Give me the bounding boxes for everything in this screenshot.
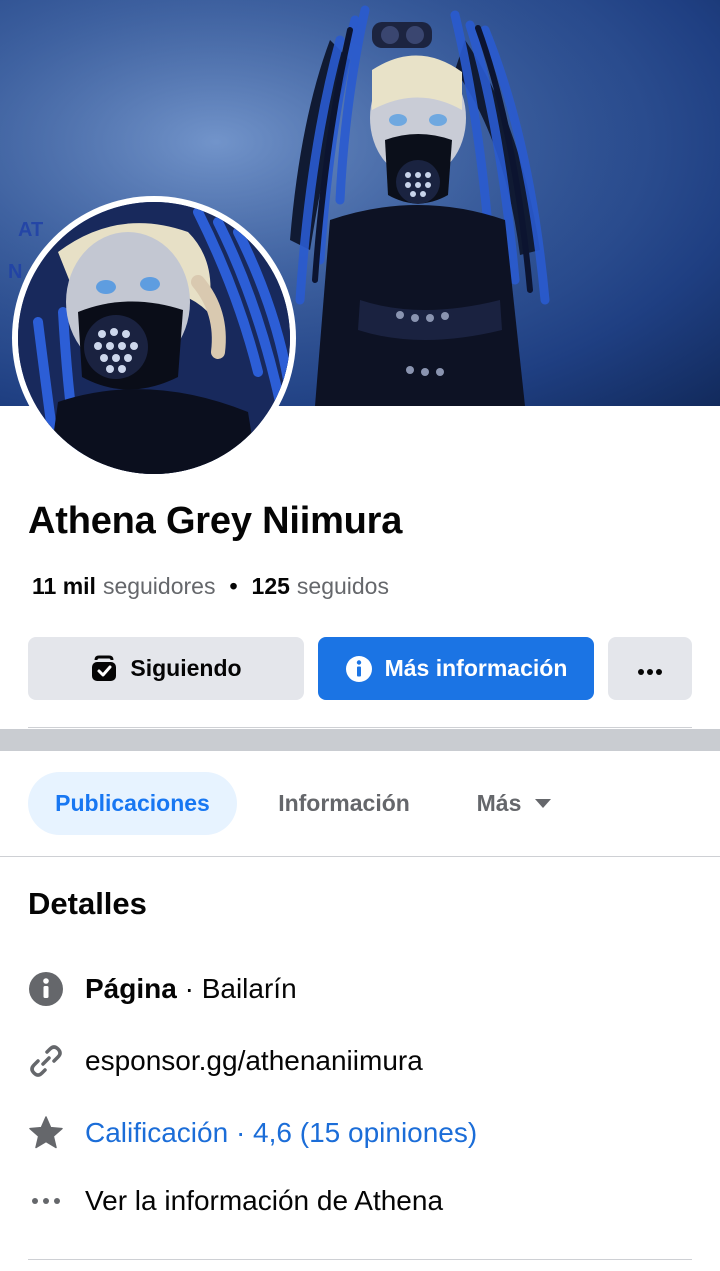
tab-informacion[interactable]: Información — [256, 772, 432, 835]
tab-publicaciones[interactable]: Publicaciones — [28, 772, 237, 835]
see-info-text: Ver la información de Athena — [85, 1185, 444, 1216]
more-info-button[interactable]: Más información — [318, 637, 594, 700]
info-circle-icon — [28, 971, 64, 1007]
star-icon — [28, 1115, 64, 1151]
stats-separator: • — [229, 573, 238, 599]
svg-text:N: N — [8, 261, 22, 283]
tab-mas[interactable]: Más — [452, 772, 576, 835]
detail-website-link[interactable]: esponsor.gg/athenaniimura — [28, 1041, 423, 1081]
following-button-label: Siguiendo — [130, 655, 242, 681]
info-circle-icon — [345, 655, 373, 683]
following-label[interactable]: seguidos — [297, 573, 389, 600]
page-separator: · — [176, 973, 202, 1004]
link-icon — [28, 1043, 64, 1079]
profile-picture[interactable] — [12, 196, 296, 480]
website-link-text: esponsor.gg/athenaniimura — [85, 1045, 423, 1076]
details-title: Detalles — [28, 886, 147, 921]
following-count[interactable]: 125 — [252, 573, 290, 600]
page-category: Bailarín — [201, 973, 297, 1004]
more-options-button[interactable] — [608, 637, 692, 700]
caret-down-icon — [535, 799, 552, 808]
tab-label: Más — [476, 790, 522, 816]
followed-check-icon — [90, 655, 118, 683]
following-button[interactable]: Siguiendo — [28, 637, 304, 700]
ellipsis-icon — [28, 1183, 64, 1219]
svg-text:AT: AT — [18, 219, 43, 241]
page-label: Página — [85, 973, 177, 1004]
tab-label: Publicaciones — [55, 790, 210, 816]
divider — [0, 856, 720, 857]
divider — [28, 1259, 692, 1260]
more-info-button-label: Más información — [384, 655, 568, 681]
detail-page-category: Página · Bailarín — [28, 969, 297, 1009]
followers-count[interactable]: 11 mil — [32, 573, 96, 600]
rating-text: Calificación · 4,6 (15 opiniones) — [85, 1117, 478, 1148]
detail-rating[interactable]: Calificación · 4,6 (15 opiniones) — [28, 1113, 477, 1153]
follow-stats: 11 mil seguidores • 125 seguidos — [32, 573, 389, 600]
profile-name: Athena Grey Niimura — [28, 500, 403, 542]
profile-picture-image — [18, 202, 290, 474]
ellipsis-icon — [637, 655, 663, 682]
detail-see-info[interactable]: Ver la información de Athena — [28, 1181, 443, 1221]
divider — [28, 727, 692, 728]
followers-label[interactable]: seguidores — [103, 573, 216, 600]
section-separator — [0, 729, 720, 751]
tab-label: Información — [278, 790, 410, 816]
